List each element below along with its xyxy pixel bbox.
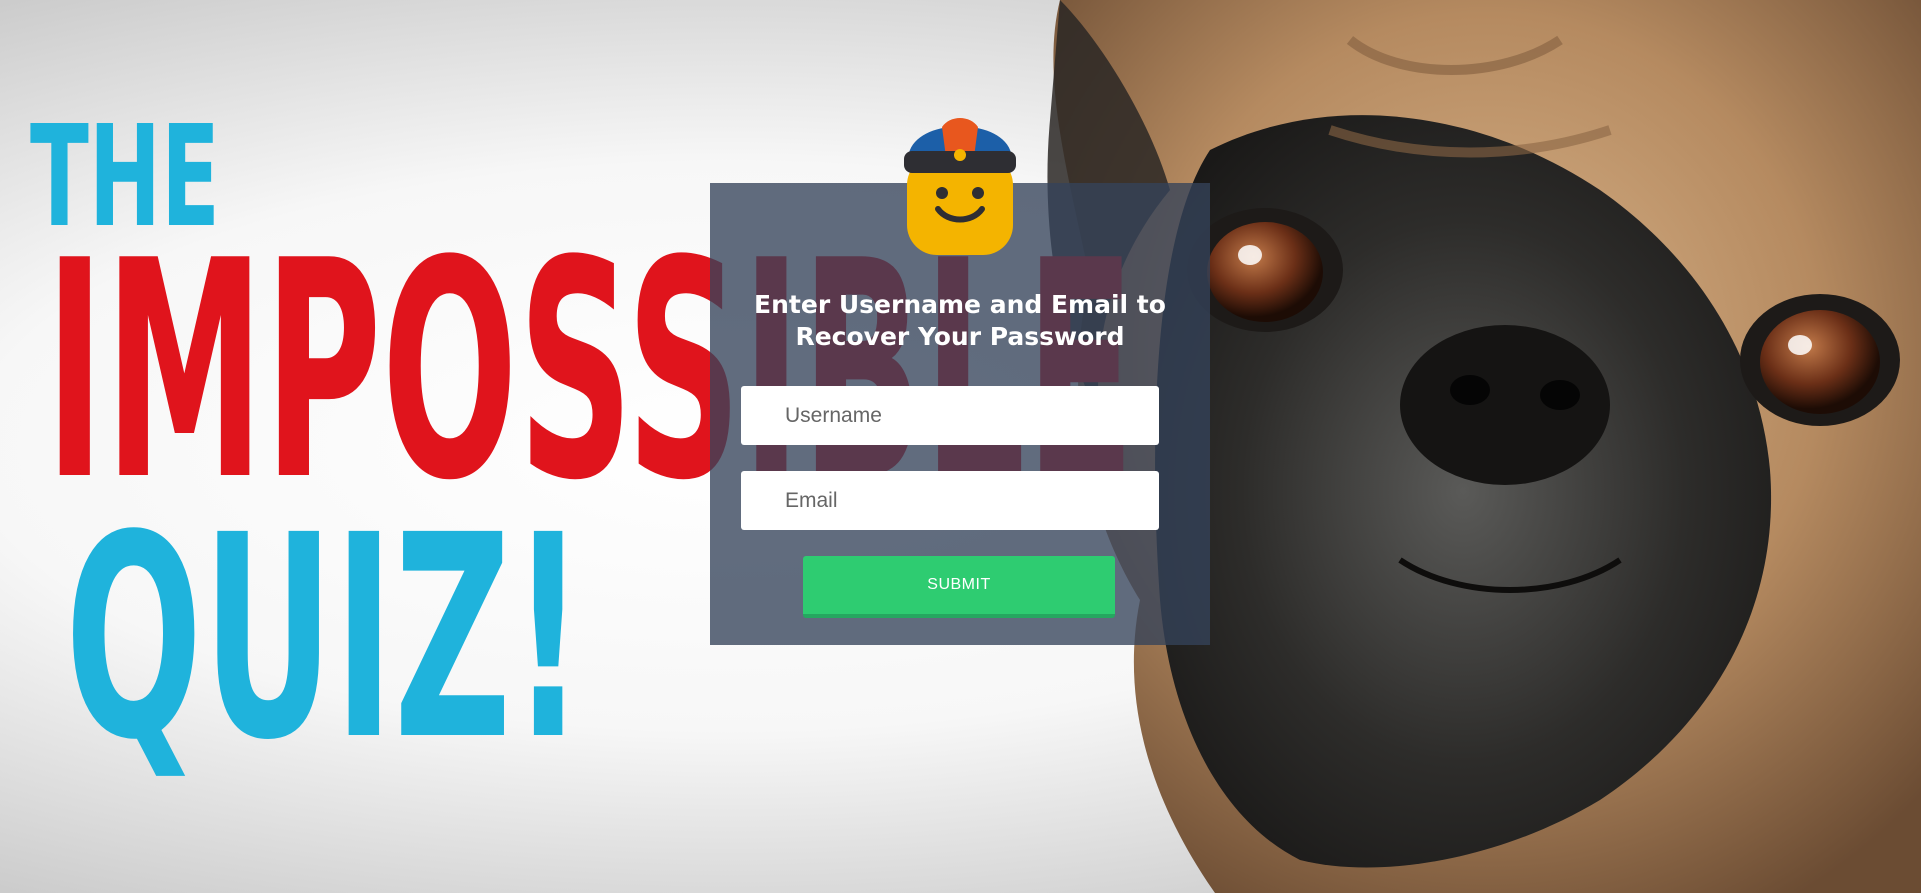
recover-title: Enter Username and Email to Recover Your… bbox=[754, 290, 1166, 351]
hat-smiley-icon bbox=[904, 118, 1016, 255]
submit-button[interactable]: SUBMIT bbox=[803, 556, 1115, 618]
page: THE IMPOSSIBLE QUIZ! Enter Username and … bbox=[0, 0, 1921, 893]
username-input[interactable] bbox=[741, 386, 1159, 445]
email-input[interactable] bbox=[741, 471, 1159, 530]
logo-line-quiz: QUIZ! bbox=[65, 476, 585, 802]
